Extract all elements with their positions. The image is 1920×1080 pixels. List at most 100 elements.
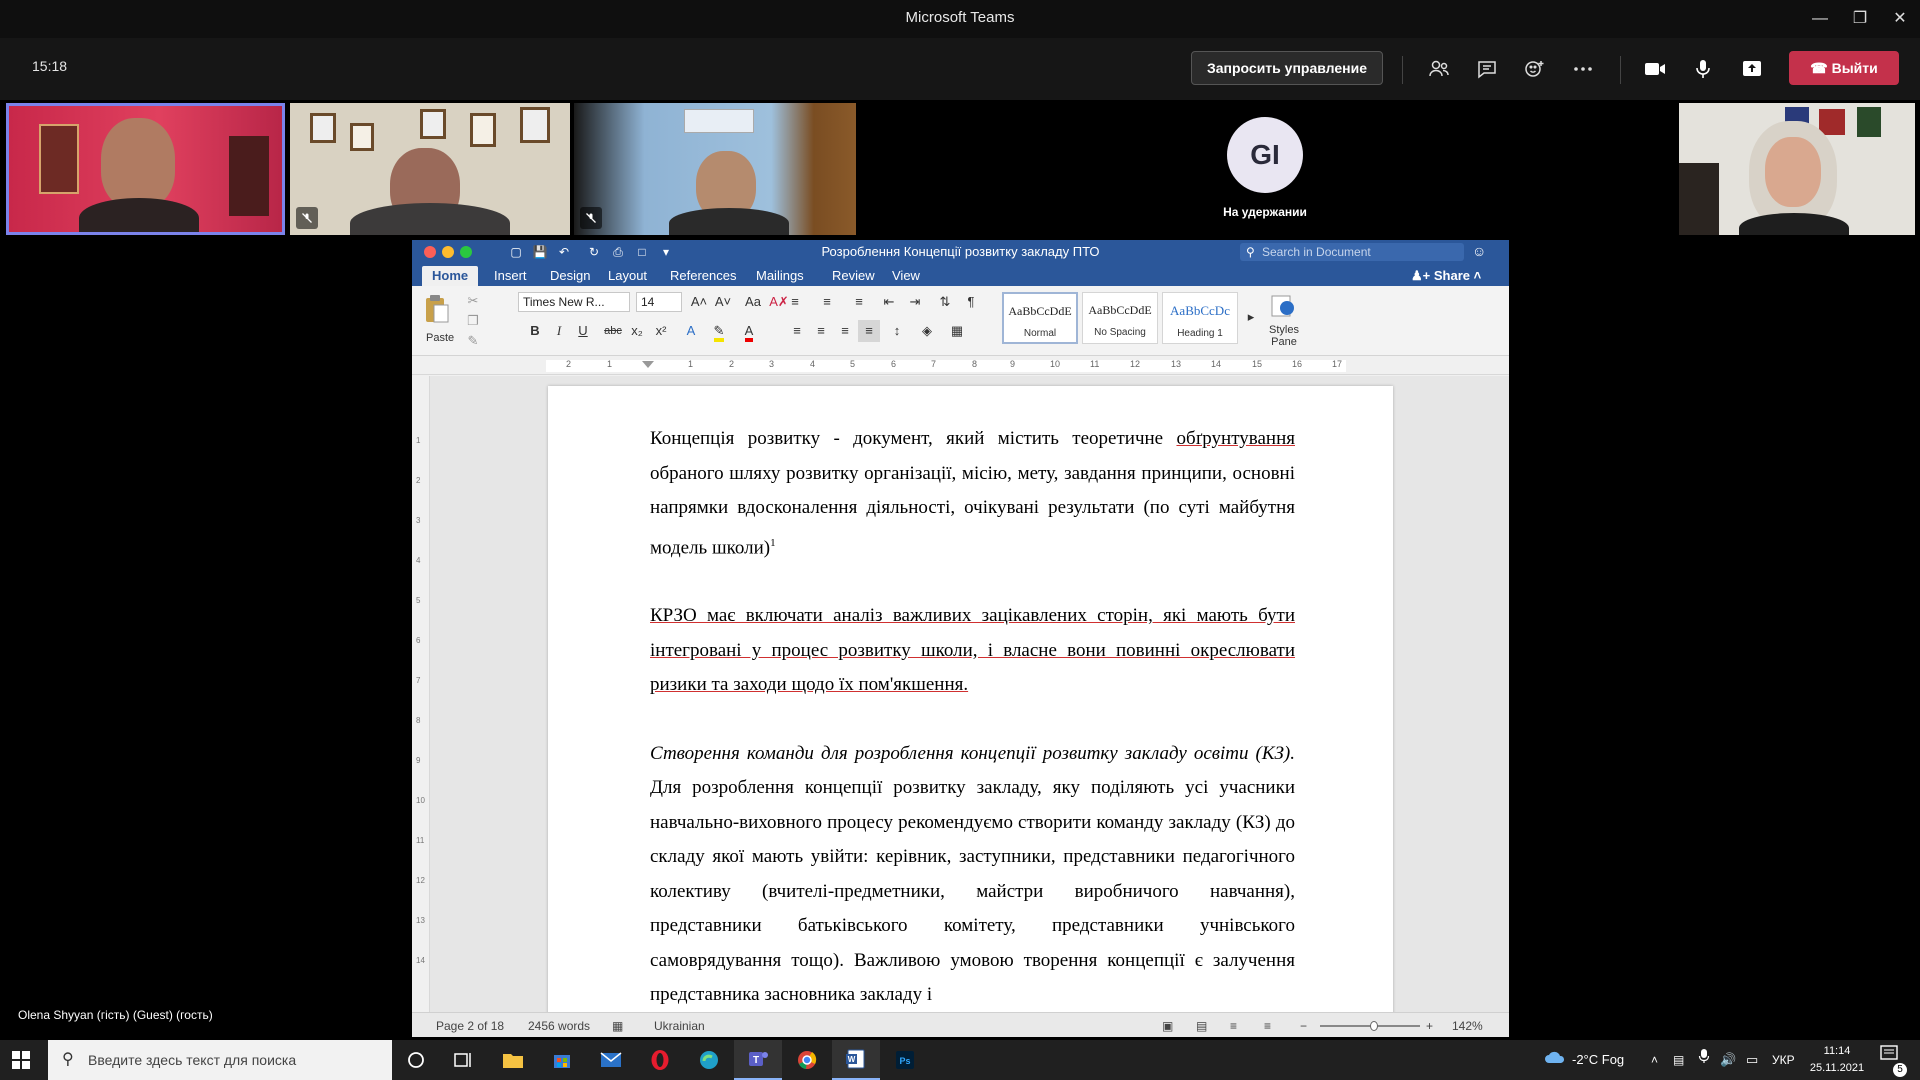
superscript-button[interactable]: x² xyxy=(650,320,672,342)
leave-button[interactable]: ☎ Выйти xyxy=(1789,51,1899,85)
tab-mailings[interactable]: Mailings xyxy=(746,266,814,286)
font-name-select[interactable]: Times New R... xyxy=(518,292,630,312)
align-right-icon[interactable]: ≡ xyxy=(834,320,856,342)
tray-microphone-icon[interactable] xyxy=(1698,1040,1710,1080)
file-explorer-icon[interactable] xyxy=(489,1040,537,1080)
opera-icon[interactable] xyxy=(636,1040,684,1080)
volume-icon[interactable]: 🔊 xyxy=(1720,1040,1736,1080)
web-layout-icon[interactable]: ▤ xyxy=(1196,1019,1207,1033)
style-normal[interactable]: AaBbCcDdE Normal xyxy=(1002,292,1078,344)
strikethrough-button[interactable]: abc xyxy=(602,320,624,342)
participants-icon[interactable] xyxy=(1423,54,1455,84)
photoshop-icon[interactable]: Ps xyxy=(881,1040,929,1080)
share-button[interactable]: ♟+ Share ˄ xyxy=(1411,266,1481,286)
bold-button[interactable]: B xyxy=(524,320,546,342)
text-effects-icon[interactable]: A xyxy=(680,320,702,342)
paste-icon[interactable] xyxy=(424,294,450,324)
style-heading-1[interactable]: AaBbCcDc Heading 1 xyxy=(1162,292,1238,344)
font-size-select[interactable]: 14 xyxy=(636,292,682,312)
styles-pane-icon[interactable] xyxy=(1270,294,1296,318)
indent-marker[interactable] xyxy=(642,361,654,368)
more-options-icon[interactable] xyxy=(1567,54,1599,84)
align-left-icon[interactable]: ≡ xyxy=(786,320,808,342)
underline-button[interactable]: U xyxy=(572,320,594,342)
tab-references[interactable]: References xyxy=(660,266,746,286)
paragraph-1[interactable]: Концепція розвитку - документ, який міст… xyxy=(650,422,1295,565)
weather-icon[interactable] xyxy=(1544,1040,1566,1080)
increase-indent-icon[interactable]: ⇥ xyxy=(904,291,926,313)
paragraph-2[interactable]: КРЗО має включати аналіз важливих заціка… xyxy=(650,599,1295,703)
document-canvas[interactable]: Концепція розвитку - документ, який міст… xyxy=(430,376,1509,1012)
format-painter-icon[interactable]: ✎ xyxy=(462,330,484,352)
grow-font-icon[interactable]: A˄ xyxy=(688,291,710,313)
font-color-icon[interactable]: A xyxy=(738,320,760,342)
restore-button[interactable]: ❐ xyxy=(1840,6,1880,32)
request-control-button[interactable]: Запросить управление xyxy=(1191,51,1383,85)
show-formatting-icon[interactable]: ¶ xyxy=(960,291,982,313)
document-body[interactable]: Концепція розвитку - документ, який міст… xyxy=(650,422,1295,1012)
connection-icon[interactable]: ▭ xyxy=(1746,1040,1758,1080)
copy-icon[interactable]: ❐ xyxy=(462,310,484,332)
document-page[interactable]: Концепція розвитку - документ, який міст… xyxy=(548,386,1393,1012)
page-count[interactable]: Page 2 of 18 xyxy=(436,1019,504,1033)
sort-icon[interactable]: ⇅ xyxy=(934,291,956,313)
minimize-button[interactable]: — xyxy=(1800,6,1840,32)
line-spacing-icon[interactable]: ↕ xyxy=(886,320,908,342)
video-tile-participant-3[interactable] xyxy=(574,103,856,235)
footnote-ref[interactable]: 1 xyxy=(770,537,776,549)
video-tile-on-hold[interactable]: GI На удержании xyxy=(1170,103,1360,235)
borders-icon[interactable]: ▦ xyxy=(946,320,968,342)
shrink-font-icon[interactable]: A˅ xyxy=(712,291,734,313)
decrease-indent-icon[interactable]: ⇤ xyxy=(878,291,900,313)
word-app-icon[interactable]: W xyxy=(832,1040,880,1080)
paragraph-3[interactable]: Створення команди для розроблення концеп… xyxy=(650,737,1295,1012)
styles-gallery-arrow-icon[interactable]: ▸ xyxy=(1240,306,1262,328)
highlight-color-icon[interactable]: ✎ xyxy=(708,320,730,342)
tab-view[interactable]: View xyxy=(882,266,930,286)
zoom-slider[interactable] xyxy=(1320,1021,1420,1031)
tab-insert[interactable]: Insert xyxy=(484,266,537,286)
zoom-in-icon[interactable]: + xyxy=(1426,1019,1433,1033)
tab-layout[interactable]: Layout xyxy=(598,266,657,286)
task-view-icon[interactable] xyxy=(440,1040,488,1080)
microphone-icon[interactable] xyxy=(1687,54,1719,84)
show-hidden-icons-icon[interactable]: ˄ xyxy=(1651,1040,1658,1080)
edge-icon[interactable] xyxy=(685,1040,733,1080)
camera-icon[interactable] xyxy=(1639,54,1671,84)
share-screen-icon[interactable] xyxy=(1736,54,1768,84)
tab-home[interactable]: Home xyxy=(422,266,479,286)
video-tile-participant-5[interactable] xyxy=(1679,103,1915,235)
tab-design[interactable]: Design xyxy=(540,266,600,286)
weather-readout[interactable]: -2°C Fog xyxy=(1572,1040,1624,1080)
zoom-slider-thumb[interactable] xyxy=(1370,1021,1378,1031)
shading-icon[interactable]: ◈ xyxy=(916,320,938,342)
vertical-ruler[interactable]: 1 2 3 4 5 6 7 8 9 10 11 12 13 14 xyxy=(412,376,430,1012)
print-layout-icon[interactable]: ▣ xyxy=(1162,1019,1173,1033)
numbering-icon[interactable]: ≡ xyxy=(816,291,838,313)
windows-start-icon[interactable] xyxy=(12,1051,30,1069)
style-no-spacing[interactable]: AaBbCcDdE No Spacing xyxy=(1082,292,1158,344)
mail-icon[interactable] xyxy=(587,1040,635,1080)
network-icon[interactable]: ▤ xyxy=(1673,1040,1684,1080)
draft-view-icon[interactable]: ≡ xyxy=(1264,1019,1271,1033)
store-icon[interactable] xyxy=(538,1040,586,1080)
chat-icon[interactable] xyxy=(1471,54,1503,84)
proofing-icon[interactable]: ▦ xyxy=(612,1019,623,1033)
search-document-input[interactable]: ⚲ Search in Document xyxy=(1240,243,1464,261)
align-center-icon[interactable]: ≡ xyxy=(810,320,832,342)
tab-review[interactable]: Review xyxy=(822,266,885,286)
cortana-icon[interactable] xyxy=(392,1040,440,1080)
feedback-smiley-icon[interactable]: ☺ xyxy=(1472,243,1486,259)
teams-icon[interactable]: T xyxy=(734,1040,782,1080)
subscript-button[interactable]: x₂ xyxy=(626,320,648,342)
justify-icon[interactable]: ≡ xyxy=(858,320,880,342)
video-tile-active-speaker[interactable] xyxy=(6,103,285,235)
zoom-out-icon[interactable]: − xyxy=(1300,1019,1307,1033)
multilevel-list-icon[interactable]: ≡ xyxy=(848,291,870,313)
italic-button[interactable]: I xyxy=(548,320,570,342)
change-case-icon[interactable]: Aa xyxy=(742,291,764,313)
word-count[interactable]: 2456 words xyxy=(528,1019,590,1033)
zoom-level[interactable]: 142% xyxy=(1452,1019,1483,1033)
horizontal-ruler[interactable]: 2 1 1 2 3 4 5 6 7 8 9 10 11 12 13 14 15 … xyxy=(412,357,1509,375)
video-tile-participant-2[interactable] xyxy=(290,103,570,235)
